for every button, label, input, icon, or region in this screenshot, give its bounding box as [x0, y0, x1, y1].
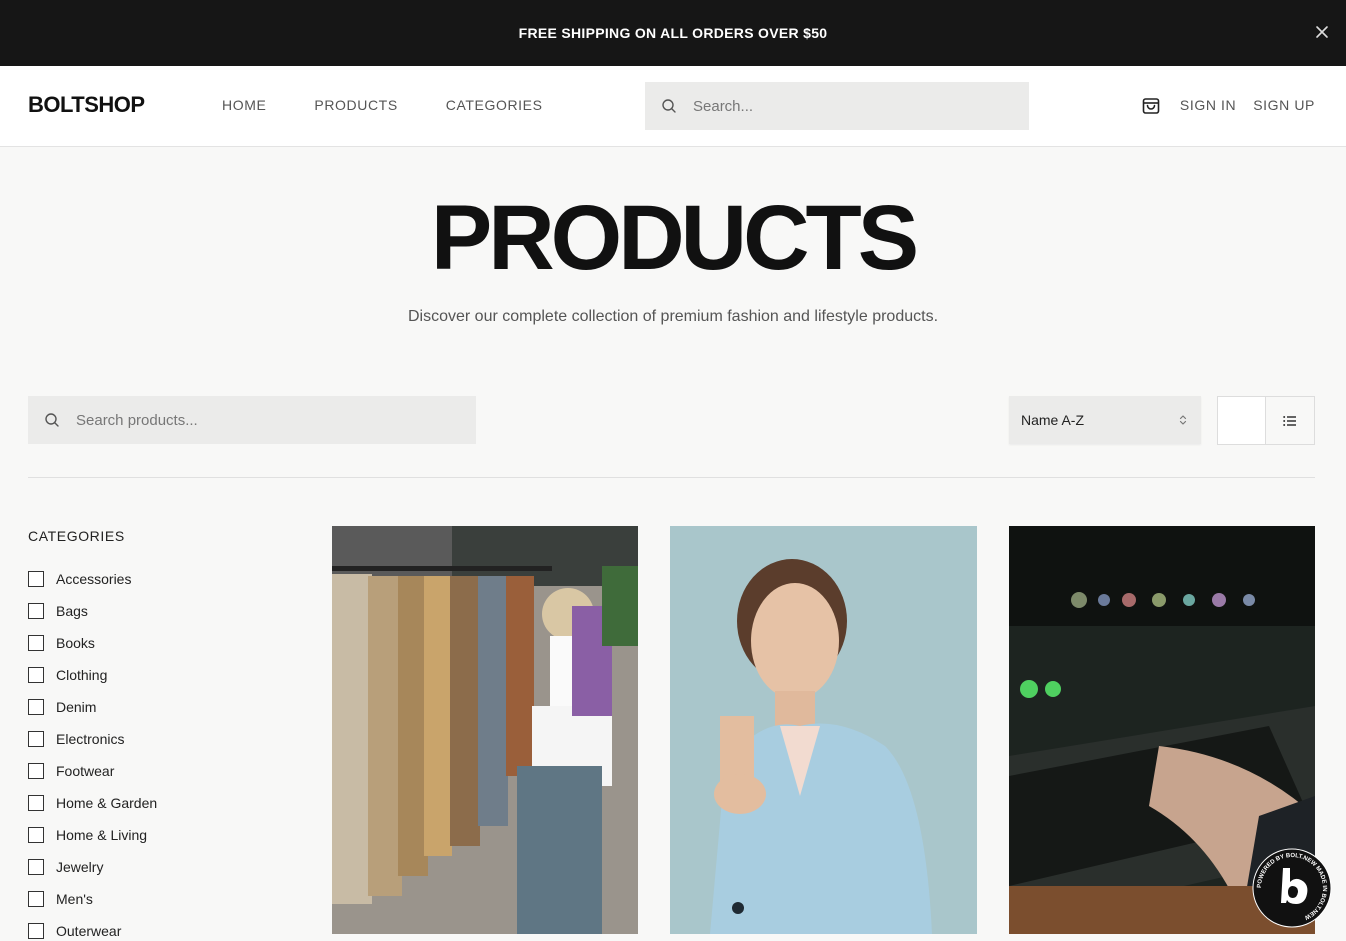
- category-label: Home & Garden: [56, 795, 158, 811]
- checkbox[interactable]: [28, 923, 44, 939]
- category-filter-item[interactable]: Jewelry: [28, 851, 157, 883]
- checkbox[interactable]: [28, 635, 44, 651]
- category-filter-item[interactable]: Clothing: [28, 659, 157, 691]
- category-filter-list: Accessories Bags Books Clothing Denim El…: [28, 563, 157, 941]
- category-filter-item[interactable]: Outerwear: [28, 915, 157, 941]
- search-icon: [662, 99, 676, 113]
- logo[interactable]: BOLTSHOP: [28, 92, 145, 118]
- category-label: Men's: [56, 891, 93, 907]
- checkbox[interactable]: [28, 667, 44, 683]
- header-search: [645, 82, 1029, 130]
- category-label: Jewelry: [56, 859, 104, 875]
- announcement-text: FREE SHIPPING ON ALL ORDERS OVER $50: [518, 25, 828, 41]
- cart-icon[interactable]: [1140, 94, 1162, 116]
- sort-value: Name A-Z: [1021, 412, 1085, 428]
- category-label: Outerwear: [56, 923, 122, 939]
- toolbar-divider: [28, 477, 1315, 478]
- category-label: Books: [56, 635, 95, 651]
- product-card[interactable]: [332, 526, 638, 934]
- category-label: Home & Living: [56, 827, 148, 843]
- page-subtitle: Discover our complete collection of prem…: [407, 308, 939, 325]
- header-search-input[interactable]: [693, 97, 993, 115]
- site-header: BOLTSHOP HOME PRODUCTS CATEGORIES SIGN I…: [0, 66, 1346, 147]
- checkbox[interactable]: [28, 763, 44, 779]
- list-view-button[interactable]: [1266, 397, 1314, 444]
- sign-in-link[interactable]: SIGN IN: [1180, 97, 1236, 113]
- sign-up-link[interactable]: SIGN UP: [1253, 97, 1315, 113]
- page-title: PRODUCTS: [430, 187, 919, 289]
- sort-select[interactable]: Name A-Z: [1009, 396, 1201, 444]
- category-filter-item[interactable]: Bags: [28, 595, 157, 627]
- product-search-input[interactable]: [76, 411, 376, 429]
- category-filter-item[interactable]: Denim: [28, 691, 157, 723]
- category-filter-item[interactable]: Electronics: [28, 723, 157, 755]
- checkbox[interactable]: [28, 603, 44, 619]
- category-label: Bags: [56, 603, 88, 619]
- product-search: [28, 396, 476, 444]
- categories-heading: CATEGORIES: [28, 528, 125, 544]
- category-label: Electronics: [56, 731, 125, 747]
- product-image: [670, 526, 977, 934]
- checkbox[interactable]: [28, 891, 44, 907]
- category-filter-item[interactable]: Home & Living: [28, 819, 157, 851]
- category-filter-item[interactable]: Books: [28, 627, 157, 659]
- list-icon: [1283, 415, 1296, 426]
- category-label: Denim: [56, 699, 97, 715]
- product-card[interactable]: [670, 526, 977, 934]
- category-filter-item[interactable]: Home & Garden: [28, 787, 157, 819]
- category-filter-item[interactable]: Footwear: [28, 755, 157, 787]
- category-label: Accessories: [56, 571, 132, 587]
- product-image: [332, 526, 638, 934]
- search-icon: [45, 413, 59, 427]
- view-toggle: [1217, 396, 1315, 445]
- grid-view-button[interactable]: [1218, 397, 1267, 444]
- checkbox[interactable]: [28, 731, 44, 747]
- category-label: Footwear: [56, 763, 115, 779]
- checkbox[interactable]: [28, 795, 44, 811]
- nav-home[interactable]: HOME: [222, 97, 266, 113]
- checkbox[interactable]: [28, 859, 44, 875]
- category-filter-item[interactable]: Accessories: [28, 563, 157, 595]
- category-label: Clothing: [56, 667, 108, 683]
- nav-products[interactable]: PRODUCTS: [314, 97, 397, 113]
- bolt-badge[interactable]: POWERED BY BOLT.NEW MADE IN BOLT.NEW: [1252, 848, 1332, 928]
- auth-links: SIGN IN SIGN UP: [1180, 97, 1315, 113]
- checkbox[interactable]: [28, 699, 44, 715]
- checkbox[interactable]: [28, 827, 44, 843]
- close-icon[interactable]: [1314, 24, 1330, 40]
- main-nav: HOME PRODUCTS CATEGORIES: [222, 97, 543, 113]
- category-filter-item[interactable]: Men's: [28, 883, 157, 915]
- checkbox[interactable]: [28, 571, 44, 587]
- chevron-updown-icon: [1179, 415, 1187, 425]
- announcement-bar: FREE SHIPPING ON ALL ORDERS OVER $50: [0, 0, 1346, 66]
- nav-categories[interactable]: CATEGORIES: [446, 97, 543, 113]
